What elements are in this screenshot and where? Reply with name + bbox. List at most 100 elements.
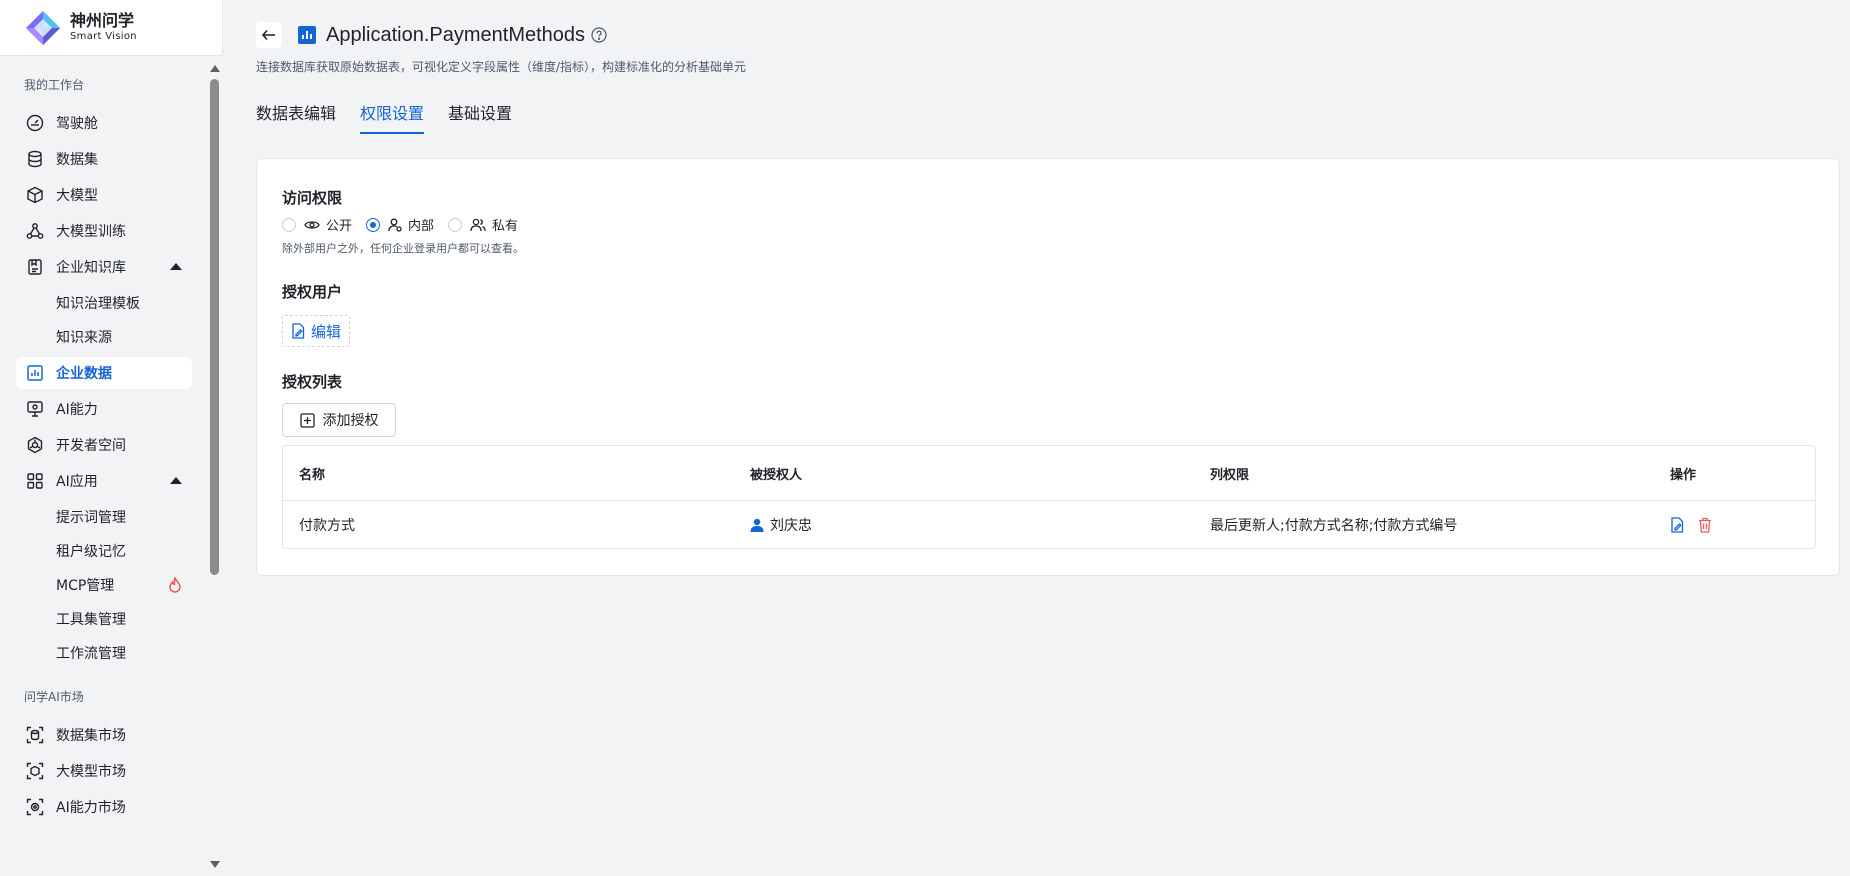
cell-name: 付款方式 — [299, 518, 355, 534]
apps-grid-icon — [26, 472, 44, 490]
radio-internal[interactable]: 内部 — [366, 215, 434, 234]
database-icon — [26, 150, 44, 168]
access-radio-group: 公开 内部 私有 — [282, 215, 532, 234]
add-permission-button[interactable]: 添加授权 — [282, 403, 396, 437]
radio-public[interactable]: 公开 — [282, 215, 352, 234]
sidebar-item-ai-market[interactable]: AI能力市场 — [16, 791, 192, 823]
sidebar-item-model-training[interactable]: 大模型训练 — [16, 215, 192, 247]
chart-icon — [26, 364, 44, 382]
tab-table-edit[interactable]: 数据表编辑 — [256, 100, 336, 134]
radio-circle[interactable] — [282, 217, 296, 232]
sidebar-item-datasets[interactable]: 数据集 — [16, 143, 192, 175]
page-header: Application.PaymentMethods — [256, 22, 607, 48]
nav-group-workspace: 我的工作台 — [24, 78, 85, 92]
plus-square-icon — [299, 412, 315, 428]
sidebar-subitem-tenant-memory[interactable]: 租户级记忆 — [16, 535, 192, 567]
training-icon — [26, 222, 44, 240]
user-icon — [750, 518, 764, 532]
sidebar-item-label: 大模型训练 — [56, 224, 126, 240]
ai-monitor-icon — [26, 400, 44, 418]
nav-group-market: 问学AI市场 — [24, 690, 84, 704]
cell-grantee: 刘庆忠 — [750, 515, 812, 535]
sidebar-item-label: 数据集 — [56, 152, 98, 168]
sidebar-item-dev-space[interactable]: 开发者空间 — [16, 429, 192, 461]
back-arrow-icon — [261, 29, 275, 41]
sidebar-item-label: 开发者空间 — [56, 438, 126, 454]
sidebar-item-model-market[interactable]: 大模型市场 — [16, 755, 192, 787]
brand-title: 神州问学 — [70, 11, 135, 30]
cell-actions — [1670, 517, 1726, 533]
auth-users-title: 授权用户 — [282, 283, 343, 301]
permissions-table: 名称 被授权人 列权限 操作 付款方式 刘庆忠 最后更新人;付款方式名称;付款方… — [282, 445, 1816, 549]
collapse-caret-icon[interactable] — [170, 477, 182, 484]
table-chart-icon — [298, 26, 316, 44]
brand[interactable]: 神州问学 Smart Vision — [0, 0, 222, 56]
sidebar-item-enterprise-data[interactable]: 企业数据 — [16, 357, 192, 389]
sidebar-item-knowledge-base[interactable]: 企业知识库 — [16, 251, 192, 283]
fire-icon — [168, 576, 182, 597]
sidebar-subitem-workflows[interactable]: 工作流管理 — [16, 637, 192, 669]
sidebar-subitem-knowledge-source[interactable]: 知识来源 — [16, 321, 192, 353]
sidebar-item-ai-capability[interactable]: AI能力 — [16, 393, 192, 425]
radio-private[interactable]: 私有 — [448, 215, 518, 234]
permissions-card: 访问权限 公开 内部 私有 除外部用户之外，任何企业登录用户都可以查看。 授权用… — [256, 158, 1840, 576]
edit-users-button[interactable]: 编辑 — [282, 315, 351, 347]
radio-circle[interactable] — [448, 217, 463, 232]
radio-label: 公开 — [326, 219, 353, 234]
sidebar-subitem-mcp[interactable]: MCP管理 — [16, 569, 192, 601]
sidebar-item-dashboard[interactable]: 驾驶舱 — [16, 107, 192, 139]
cell-column-permissions: 最后更新人;付款方式名称;付款方式编号 — [1210, 518, 1458, 534]
edit-doc-icon — [292, 323, 305, 339]
edit-row-icon[interactable] — [1670, 517, 1684, 533]
sidebar-item-label: 大模型市场 — [56, 764, 126, 780]
back-button[interactable] — [256, 22, 282, 48]
access-title: 访问权限 — [282, 189, 343, 207]
scroll-down-arrow-icon[interactable] — [210, 861, 220, 868]
tab-basic-settings[interactable]: 基础设置 — [448, 100, 512, 134]
tab-permissions[interactable]: 权限设置 — [360, 100, 425, 134]
sidebar-scrollbar[interactable] — [206, 57, 223, 876]
knowledge-icon — [26, 258, 44, 276]
sidebar-item-label: 数据集市场 — [56, 728, 126, 744]
sidebar-item-label: 驾驶舱 — [56, 116, 98, 132]
sidebar-item-dataset-market[interactable]: 数据集市场 — [16, 719, 192, 751]
help-icon[interactable] — [591, 27, 607, 43]
cube-icon — [26, 186, 44, 204]
sidebar-item-label: 企业数据 — [56, 366, 112, 382]
access-hint: 除外部用户之外，任何企业登录用户都可以查看。 — [282, 242, 524, 255]
scroll-thumb[interactable] — [210, 79, 219, 575]
brand-subtitle: Smart Vision — [70, 31, 137, 42]
radio-circle[interactable] — [366, 217, 381, 232]
page-title: Application.PaymentMethods — [326, 23, 586, 46]
eye-icon — [304, 218, 320, 232]
page-subtitle: 连接数据库获取原始数据表，可视化定义字段属性（维度/指标），构建标准化的分析基础… — [256, 60, 747, 74]
sidebar-subitem-toolsets[interactable]: 工具集管理 — [16, 603, 192, 635]
delete-row-icon[interactable] — [1698, 517, 1712, 533]
scroll-up-arrow-icon[interactable] — [210, 65, 220, 72]
sidebar-item-label: AI能力 — [56, 402, 98, 418]
grantee-name: 刘庆忠 — [770, 518, 812, 534]
sidebar-subitem-label: MCP管理 — [56, 578, 115, 594]
dashboard-icon — [26, 114, 44, 132]
users-icon — [470, 218, 486, 232]
column-header-name: 名称 — [299, 467, 326, 483]
collapse-caret-icon[interactable] — [170, 263, 182, 270]
ai-market-icon — [26, 798, 44, 816]
sidebar-item-models[interactable]: 大模型 — [16, 179, 192, 211]
add-permission-label: 添加授权 — [322, 413, 379, 429]
sidebar-subitem-prompts[interactable]: 提示词管理 — [16, 501, 192, 533]
dev-space-icon — [26, 436, 44, 454]
dataset-market-icon — [26, 726, 44, 744]
table-header: 名称 被授权人 列权限 操作 — [283, 446, 1815, 501]
sidebar-item-ai-apps[interactable]: AI应用 — [16, 465, 192, 497]
sidebar-item-label: AI应用 — [56, 474, 98, 490]
edit-label: 编辑 — [311, 322, 342, 341]
radio-label: 私有 — [492, 219, 519, 234]
sidebar-subitem-knowledge-template[interactable]: 知识治理模板 — [16, 287, 192, 319]
auth-list-title: 授权列表 — [282, 373, 343, 391]
column-header-actions: 操作 — [1670, 467, 1697, 483]
sidebar-item-label: 企业知识库 — [56, 260, 126, 276]
model-market-icon — [26, 762, 44, 780]
user-lock-icon — [388, 218, 402, 232]
table-row: 付款方式 刘庆忠 最后更新人;付款方式名称;付款方式编号 — [283, 501, 1815, 549]
